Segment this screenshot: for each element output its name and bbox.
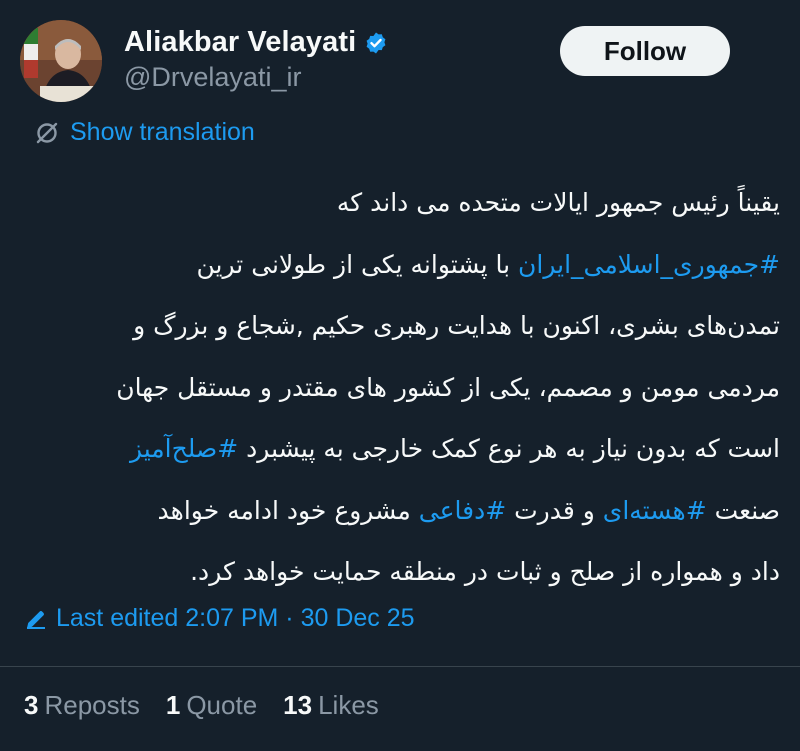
engagement-stats: 3 Reposts 1 Quote 13 Likes [24, 690, 379, 721]
tweet-text-segment: تمدن‌های بشری، اکنون با هدایت رهبری حکیم… [133, 311, 780, 340]
tweet-text-line: تمدن‌های بشری، اکنون با هدایت رهبری حکیم… [20, 295, 780, 357]
tweet-text-line: #جمهوری_اسلامی_ایران با پشتوانه یکی از ط… [20, 234, 781, 296]
author-name-row: Aliakbar Velayati [124, 26, 388, 59]
stat-label: Likes [318, 690, 379, 720]
tweet-text-segment: مشروع خود ادامه خواهد [157, 495, 419, 525]
stat-likes[interactable]: 13 Likes [283, 690, 379, 721]
tweet-text-segment: و قدرت [506, 495, 603, 525]
tweet-text-line: داد و همواره از صلح و ثبات در منطقه حمای… [20, 541, 780, 603]
tweet-text-line: است که بدون نیاز به هر نوع کمک خارجی به … [20, 418, 780, 480]
tweet-text-segment: یقیناً رئیس جمهور ایالات متحده می داند ک… [336, 188, 780, 217]
author-display-name[interactable]: Aliakbar Velayati [124, 26, 356, 59]
stat-count: 3 [24, 690, 39, 720]
stat-count: 1 [165, 690, 181, 720]
tweet-text-segment: داد و همواره از صلح و ثبات در منطقه حمای… [190, 557, 780, 586]
avatar[interactable] [20, 20, 102, 102]
tweet-card: Aliakbar Velayati @Drvelayati_ir Follow … [0, 0, 800, 751]
stat-quotes[interactable]: 1 Quote [166, 690, 257, 721]
author-handle[interactable]: @Drvelayati_ir [124, 62, 301, 93]
tweet-text-segment: صنعت [706, 495, 780, 525]
stat-count: 13 [283, 690, 313, 720]
divider [0, 666, 800, 667]
tweet-text-line: مردمی مومن و مصمم، یکی از کشور های مقتدر… [20, 357, 780, 419]
show-translation-link[interactable]: Show translation [34, 118, 255, 147]
translate-icon [34, 120, 60, 146]
stat-reposts[interactable]: 3 Reposts [24, 690, 140, 721]
tweet-text-segment: مردمی مومن و مصمم، یکی از کشور های مقتدر… [116, 372, 780, 402]
follow-button[interactable]: Follow [560, 26, 730, 76]
verified-badge-icon[interactable] [364, 31, 388, 55]
hashtag-link[interactable]: #دفاعی [419, 496, 506, 525]
last-edited-link[interactable]: Last edited 2:07 PM · 30 Dec 25 [24, 604, 415, 633]
hashtag-link[interactable]: #صلح‌آمیز [130, 434, 238, 463]
tweet-text-line: صنعت #هسته‌ای و قدرت #دفاعی مشروع خود اد… [20, 480, 780, 542]
last-edited-label: Last edited 2:07 PM · 30 Dec 25 [56, 604, 415, 632]
stat-label: Quote [186, 690, 258, 720]
pencil-icon [24, 607, 48, 631]
stat-label: Reposts [44, 690, 140, 720]
hashtag-link[interactable]: #جمهوری_اسلامی_ایران [518, 250, 780, 279]
tweet-text-segment: است که بدون نیاز به هر نوع کمک خارجی به … [238, 434, 780, 463]
hashtag-link[interactable]: #هسته‌ای [603, 496, 707, 525]
avatar-photo [20, 20, 102, 102]
tweet-text-line: یقیناً رئیس جمهور ایالات متحده می داند ک… [20, 172, 780, 234]
tweet-text-segment: با پشتوانه یکی از طولانی ترین [196, 249, 519, 279]
tweet-text: یقیناً رئیس جمهور ایالات متحده می داند ک… [20, 172, 780, 603]
show-translation-label: Show translation [70, 118, 255, 146]
